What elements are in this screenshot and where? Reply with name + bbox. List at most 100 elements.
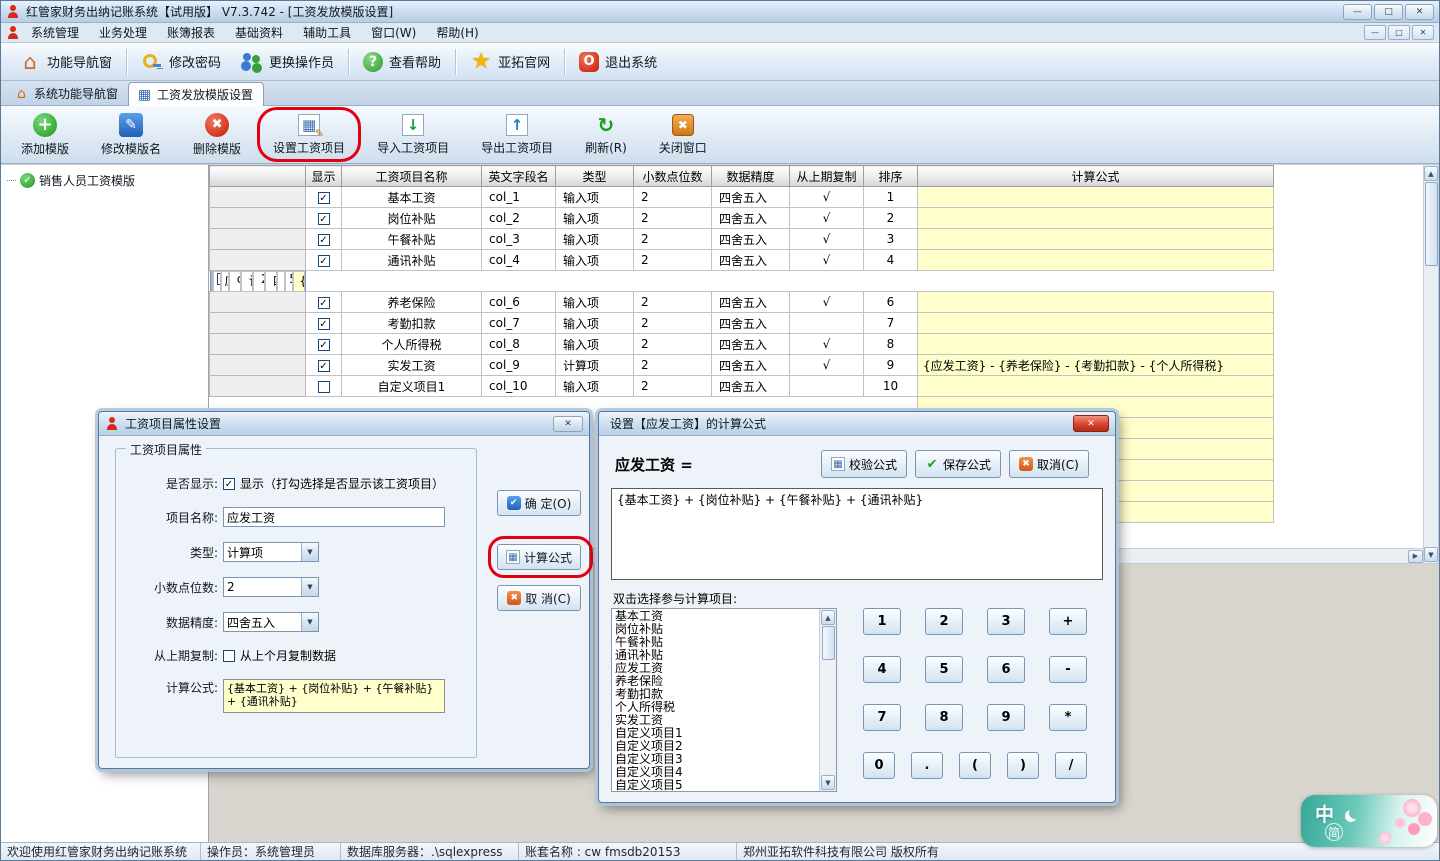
field-name-cell[interactable]: col_6: [482, 292, 556, 313]
keypad-close-paren-button[interactable]: ): [1007, 752, 1039, 779]
column-header[interactable]: 显示: [306, 166, 342, 187]
delete-template-button[interactable]: ✖删除模版: [183, 109, 251, 161]
order-cell[interactable]: 10: [864, 376, 918, 397]
calc-formula-button[interactable]: ▦ 计算公式: [497, 544, 581, 570]
menu-base-data[interactable]: 基础资料: [225, 22, 293, 43]
tab-system-nav[interactable]: ⌂系统功能导航窗: [6, 82, 128, 105]
dropdown-arrow-icon[interactable]: ▼: [301, 613, 318, 631]
decimals-cell[interactable]: 2: [634, 187, 712, 208]
show-cell[interactable]: [306, 376, 342, 397]
dialog-copy-checkbox[interactable]: [223, 650, 235, 662]
table-row[interactable]: 个人所得税col_8输入项2四舍五入√8: [210, 334, 1274, 355]
formula-display[interactable]: {基本工资} + {岗位补贴} + {午餐补贴} + {通讯补贴}: [611, 488, 1103, 580]
column-header[interactable]: 从上期复制: [790, 166, 864, 187]
keypad-0-button[interactable]: 0: [863, 752, 895, 779]
field-name-cell[interactable]: col_1: [482, 187, 556, 208]
keypad-minus-button[interactable]: -: [1049, 656, 1087, 683]
switch-operator-button[interactable]: 更换操作员: [231, 47, 344, 77]
formula-operand-item[interactable]: 岗位补贴: [612, 623, 819, 636]
formula-cell[interactable]: [918, 250, 1274, 271]
copy-prev-cell[interactable]: [277, 271, 285, 292]
precision-cell[interactable]: 四舍五入: [712, 187, 790, 208]
title-bar[interactable]: 红管家财务出纳记账系统【试用版】 V7.3.742 - [工资发放模版设置] —…: [1, 1, 1439, 23]
order-cell[interactable]: 4: [864, 250, 918, 271]
close-button[interactable]: ✕: [1405, 4, 1434, 20]
keypad-3-button[interactable]: 3: [987, 608, 1025, 635]
column-header[interactable]: 工资项目名称: [342, 166, 482, 187]
table-row[interactable]: 岗位补贴col_2输入项2四舍五入√2: [210, 208, 1274, 229]
keypad-open-paren-button[interactable]: (: [959, 752, 991, 779]
table-row[interactable]: ►应发工资col_5计算项2四舍五入5{基本工资} + {岗位补贴} + {午餐…: [210, 271, 306, 291]
field-name-cell[interactable]: col_5: [229, 271, 241, 292]
decimals-cell[interactable]: 2: [634, 250, 712, 271]
decimals-cell[interactable]: 2: [634, 376, 712, 397]
type-cell[interactable]: 输入项: [556, 292, 634, 313]
dropdown-arrow-icon[interactable]: ▼: [301, 543, 318, 561]
scroll-right-icon[interactable]: ▶: [1408, 550, 1423, 563]
keypad-1-button[interactable]: 1: [863, 608, 901, 635]
rename-template-button[interactable]: ✎修改模版名: [91, 109, 171, 161]
field-name-cell[interactable]: col_7: [482, 313, 556, 334]
close-window-button[interactable]: ✖关闭窗口: [649, 110, 717, 160]
keypad-6-button[interactable]: 6: [987, 656, 1025, 683]
keypad-decimal-button[interactable]: .: [911, 752, 943, 779]
copy-prev-cell[interactable]: √: [790, 250, 864, 271]
ime-widget[interactable]: 中 简: [1301, 795, 1437, 847]
formula-cell[interactable]: [918, 334, 1274, 355]
table-row[interactable]: 通讯补贴col_4输入项2四舍五入√4: [210, 250, 1274, 271]
show-cell[interactable]: [306, 313, 342, 334]
vendor-site-button[interactable]: ★亚拓官网: [460, 47, 560, 77]
field-name-cell[interactable]: col_2: [482, 208, 556, 229]
table-row[interactable]: 午餐补贴col_3输入项2四舍五入√3: [210, 229, 1274, 250]
precision-cell[interactable]: 四舍五入: [712, 313, 790, 334]
precision-cell[interactable]: 四舍五入: [712, 292, 790, 313]
tab-salary-template-settings[interactable]: ▦工资发放模版设置: [128, 82, 264, 106]
type-cell[interactable]: 输入项: [556, 229, 634, 250]
item-name-cell[interactable]: 养老保险: [342, 292, 482, 313]
copy-prev-cell[interactable]: √: [790, 229, 864, 250]
tree-item-sales-template[interactable]: ✓销售人员工资模版: [1, 165, 208, 189]
formula-operand-list[interactable]: 基本工资岗位补贴午餐补贴通讯补贴应发工资养老保险考勤扣款个人所得税实发工资自定义…: [612, 609, 819, 791]
item-name-cell[interactable]: 自定义项目1: [342, 376, 482, 397]
decimals-cell[interactable]: 2: [634, 229, 712, 250]
menu-tools[interactable]: 辅助工具: [293, 22, 361, 43]
column-header[interactable]: 英文字段名: [482, 166, 556, 187]
copy-prev-cell[interactable]: [790, 376, 864, 397]
decimals-cell[interactable]: 2: [634, 355, 712, 376]
column-header[interactable]: 类型: [556, 166, 634, 187]
precision-cell[interactable]: 四舍五入: [712, 334, 790, 355]
formula-operand-item[interactable]: 基本工资: [612, 610, 819, 623]
mdi-minimize-button[interactable]: —: [1364, 25, 1386, 40]
precision-cell[interactable]: 四舍五入: [712, 250, 790, 271]
export-salary-items-button[interactable]: ↑导出工资项目: [471, 110, 563, 160]
type-cell[interactable]: 输入项: [556, 187, 634, 208]
order-cell[interactable]: 1: [864, 187, 918, 208]
show-checkbox[interactable]: [318, 213, 330, 225]
properties-dialog-titlebar[interactable]: 工资项目属性设置 ✕: [99, 412, 589, 436]
cancel-button[interactable]: ✖ 取 消(C): [497, 585, 581, 611]
formula-operand-item[interactable]: 自定义项目2: [612, 740, 819, 753]
type-cell[interactable]: 输入项: [556, 334, 634, 355]
formula-operand-item[interactable]: 养老保险: [612, 675, 819, 688]
show-cell[interactable]: [306, 187, 342, 208]
menu-window[interactable]: 窗口(W): [361, 22, 426, 43]
item-name-cell[interactable]: 通讯补贴: [342, 250, 482, 271]
item-name-cell[interactable]: 应发工资: [221, 271, 229, 292]
order-cell[interactable]: 2: [864, 208, 918, 229]
keypad-9-button[interactable]: 9: [987, 704, 1025, 731]
refresh-button[interactable]: ↻刷新(R): [575, 110, 637, 160]
minimize-button[interactable]: —: [1343, 4, 1372, 20]
order-cell[interactable]: 5: [285, 271, 293, 292]
show-checkbox[interactable]: [318, 339, 330, 351]
table-row[interactable]: 自定义项目1col_10输入项2四舍五入10: [210, 376, 1274, 397]
formula-operand-item[interactable]: 自定义项目3: [612, 753, 819, 766]
item-name-cell[interactable]: 个人所得税: [342, 334, 482, 355]
show-cell[interactable]: [306, 229, 342, 250]
menu-system[interactable]: 系统管理: [21, 22, 89, 43]
copy-prev-cell[interactable]: √: [790, 292, 864, 313]
item-name-cell[interactable]: 午餐补贴: [342, 229, 482, 250]
order-cell[interactable]: 3: [864, 229, 918, 250]
dropdown-arrow-icon[interactable]: ▼: [301, 578, 318, 596]
formula-cell[interactable]: [918, 292, 1274, 313]
formula-dialog-close-button[interactable]: ✕: [1073, 415, 1109, 432]
